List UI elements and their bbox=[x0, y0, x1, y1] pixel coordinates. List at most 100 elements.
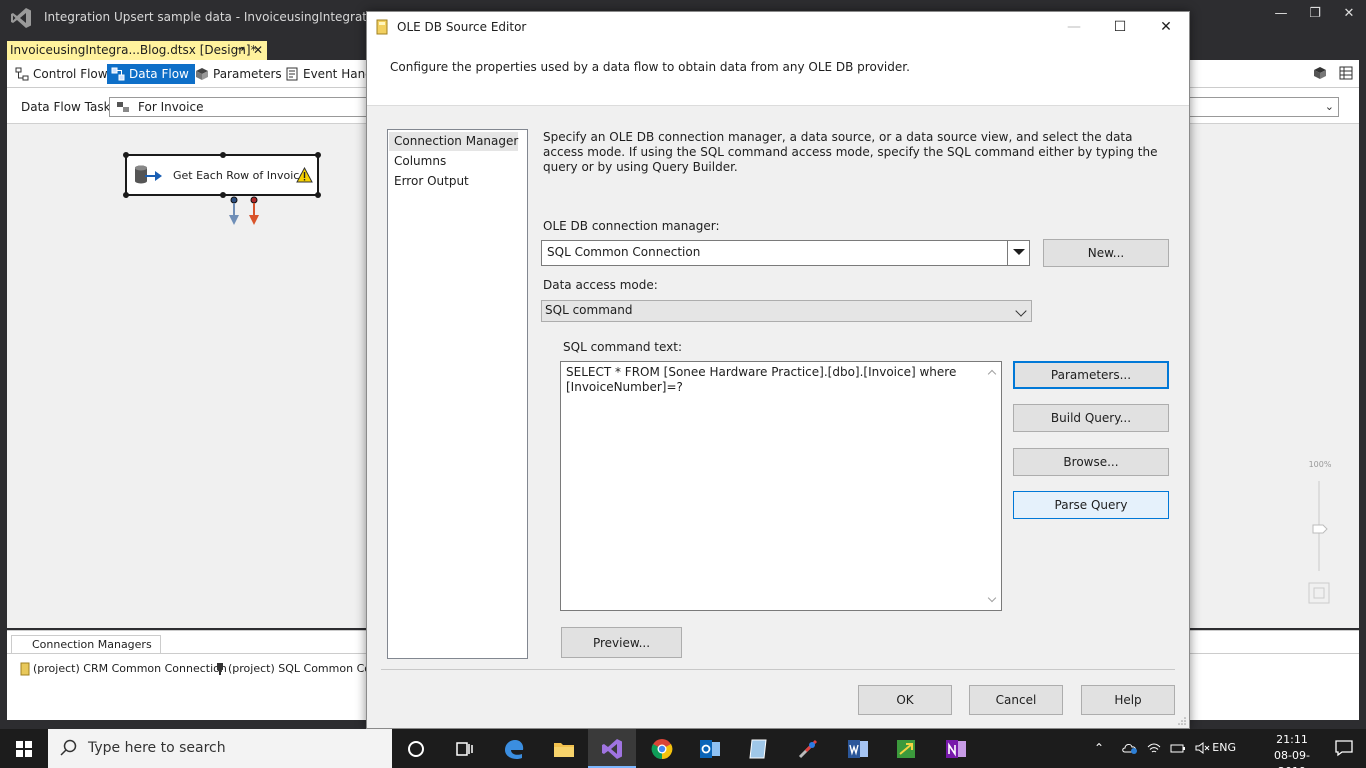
cancel-button[interactable]: Cancel bbox=[969, 685, 1063, 715]
pin-icon[interactable]: ⇥ bbox=[237, 41, 245, 59]
resize-handle[interactable] bbox=[315, 192, 321, 198]
visual-studio-logo-icon bbox=[11, 8, 31, 28]
parameters-button[interactable]: Parameters... bbox=[1013, 361, 1169, 389]
taskbar-app-onenote[interactable] bbox=[932, 729, 980, 768]
dialog-header: Configure the properties used by a data … bbox=[367, 42, 1189, 106]
data-flow-icon bbox=[111, 67, 125, 81]
minimize-icon[interactable]: — bbox=[1264, 0, 1298, 30]
error-path-arrow-icon[interactable] bbox=[249, 196, 259, 226]
chevron-up-icon[interactable]: ⌃ bbox=[1094, 741, 1110, 755]
clock-date: 08-09-2019 bbox=[1274, 749, 1310, 768]
data-flow-task-label: Data Flow Task: bbox=[21, 100, 115, 114]
task-view-button[interactable] bbox=[440, 729, 488, 768]
taskbar-search[interactable]: Type here to search bbox=[48, 729, 392, 768]
preview-button[interactable]: Preview... bbox=[561, 627, 682, 658]
data-access-mode-select[interactable]: SQL command bbox=[541, 300, 1032, 322]
nav-item-columns[interactable]: Columns bbox=[389, 152, 446, 171]
taskbar-app-explorer[interactable] bbox=[540, 729, 588, 768]
nav-item-connection-manager[interactable]: Connection Manager bbox=[389, 132, 519, 151]
sql-scrollbar[interactable] bbox=[984, 362, 1001, 610]
folder-icon bbox=[554, 743, 574, 757]
windows-logo-icon bbox=[16, 741, 32, 757]
onedrive-sync-icon[interactable] bbox=[1122, 741, 1138, 755]
resize-handle[interactable] bbox=[123, 152, 129, 158]
connection-manager-item[interactable]: (project) CRM Common Connection bbox=[19, 662, 227, 676]
tab-data-flow[interactable]: Data Flow bbox=[107, 64, 195, 84]
dialog-description: Configure the properties used by a data … bbox=[390, 60, 910, 74]
close-icon[interactable]: ✕ bbox=[1143, 12, 1189, 42]
data-access-mode-value: SQL command bbox=[545, 303, 633, 317]
taskbar-app-edge[interactable] bbox=[490, 729, 538, 768]
zoom-control[interactable]: 100% bbox=[1305, 460, 1335, 610]
zoom-slider-icon[interactable] bbox=[1305, 469, 1335, 609]
notifications-icon[interactable] bbox=[1334, 739, 1354, 757]
ole-db-source-component[interactable]: Get Each Row of Invoice bbox=[123, 152, 321, 198]
restore-icon[interactable]: ❐ bbox=[1298, 0, 1332, 30]
scroll-down-icon[interactable] bbox=[987, 593, 997, 603]
onenote-icon bbox=[946, 740, 966, 758]
control-flow-icon bbox=[15, 67, 29, 81]
nav-item-error-output[interactable]: Error Output bbox=[389, 172, 469, 191]
resize-handle[interactable] bbox=[315, 152, 321, 158]
component-label: Get Each Row of Invoice bbox=[173, 169, 307, 182]
resize-grip-icon[interactable] bbox=[1177, 716, 1187, 726]
data-flow-task-value: For Invoice bbox=[138, 100, 204, 114]
package-icon[interactable] bbox=[1313, 66, 1327, 80]
outlook-icon bbox=[700, 740, 720, 758]
taskbar-app-tools[interactable] bbox=[784, 729, 832, 768]
taskbar-app-notes[interactable] bbox=[734, 729, 782, 768]
parse-query-button[interactable]: Parse Query bbox=[1013, 491, 1169, 519]
cortana-button[interactable] bbox=[392, 729, 440, 768]
help-button[interactable]: Help bbox=[1081, 685, 1175, 715]
taskbar-app-integration[interactable] bbox=[882, 729, 930, 768]
battery-icon[interactable] bbox=[1170, 741, 1186, 755]
scroll-up-icon[interactable] bbox=[987, 369, 997, 379]
volume-muted-icon[interactable] bbox=[1194, 741, 1210, 755]
build-query-button[interactable]: Build Query... bbox=[1013, 404, 1169, 432]
resize-handle[interactable] bbox=[123, 192, 129, 198]
connection-manager-select[interactable]: SQL Common Connection bbox=[541, 240, 1030, 266]
ole-db-source-editor-dialog: OLE DB Source Editor — ☐ ✕ Configure the… bbox=[366, 11, 1190, 729]
ok-button[interactable]: OK bbox=[858, 685, 952, 715]
maximize-icon[interactable]: ☐ bbox=[1097, 12, 1143, 42]
chevron-down-icon bbox=[1015, 305, 1027, 317]
tab-parameters[interactable]: Parameters bbox=[191, 64, 288, 84]
close-tab-icon[interactable]: ✕ bbox=[253, 41, 263, 59]
connection-manager-value: SQL Common Connection bbox=[547, 245, 701, 259]
vs-window-buttons: — ❐ ✕ bbox=[1264, 0, 1366, 30]
close-icon[interactable]: ✕ bbox=[1332, 0, 1366, 30]
taskbar-app-chrome[interactable] bbox=[638, 729, 686, 768]
data-access-mode-label: Data access mode: bbox=[543, 278, 658, 292]
data-flow-task-icon bbox=[117, 102, 129, 112]
chevron-down-icon bbox=[1007, 241, 1029, 265]
taskbar-app-visual-studio[interactable] bbox=[588, 729, 636, 768]
output-path-arrow-icon[interactable] bbox=[229, 196, 239, 226]
resize-handle[interactable] bbox=[220, 152, 226, 158]
browse-button[interactable]: Browse... bbox=[1013, 448, 1169, 476]
clock[interactable]: 21:11 08-09-2019 bbox=[1266, 732, 1318, 768]
vs-window-title: Integration Upsert sample data - Invoice… bbox=[44, 10, 416, 24]
minimize-icon[interactable]: — bbox=[1051, 12, 1097, 42]
taskbar-app-word[interactable] bbox=[834, 729, 882, 768]
start-button[interactable] bbox=[0, 729, 48, 768]
dialog-separator bbox=[381, 669, 1175, 670]
cortana-icon bbox=[408, 741, 424, 757]
grid-icon[interactable] bbox=[1339, 66, 1353, 80]
dialog-title: OLE DB Source Editor bbox=[397, 20, 527, 34]
page-nav-list: Connection Manager Columns Error Output bbox=[387, 129, 528, 659]
clock-time: 21:11 bbox=[1276, 733, 1308, 746]
search-placeholder: Type here to search bbox=[88, 740, 226, 756]
document-tab[interactable]: InvoiceusingIntegra...Blog.dtsx [Design]… bbox=[7, 41, 267, 60]
taskbar-app-outlook[interactable] bbox=[686, 729, 734, 768]
system-tray: ⌃ ENG 21:11 08-09-2019 bbox=[1086, 729, 1366, 768]
parameters-icon bbox=[196, 68, 208, 80]
sql-command-textarea[interactable]: SELECT * FROM [Sonee Hardware Practice].… bbox=[560, 361, 1002, 611]
language-indicator[interactable]: ENG bbox=[1212, 741, 1236, 754]
connection-managers-tab[interactable]: Connection Managers bbox=[11, 635, 161, 653]
new-button[interactable]: New... bbox=[1043, 239, 1169, 267]
document-tab-label: InvoiceusingIntegra...Blog.dtsx [Design]… bbox=[10, 43, 257, 57]
network-icon[interactable] bbox=[1146, 741, 1162, 755]
tab-control-flow[interactable]: Control Flow bbox=[11, 64, 114, 84]
word-icon bbox=[848, 740, 868, 758]
resize-handle[interactable] bbox=[220, 192, 226, 198]
